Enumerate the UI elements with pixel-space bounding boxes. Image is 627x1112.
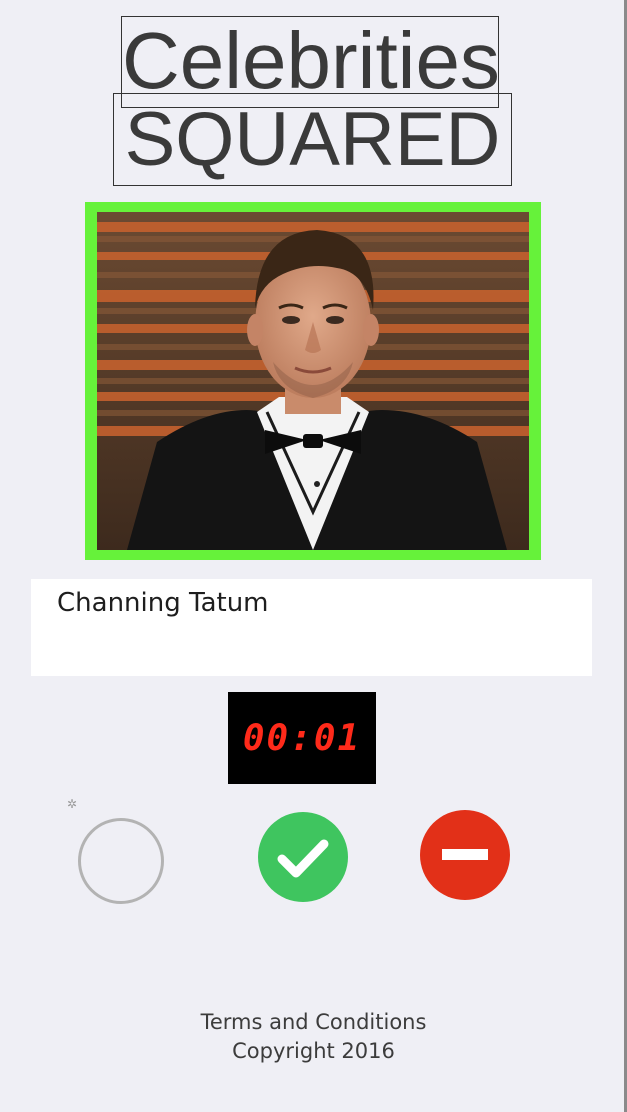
empty-circle-icon[interactable] xyxy=(78,818,164,904)
copyright-text: Copyright 2016 xyxy=(232,1039,395,1063)
checkmark-icon xyxy=(277,839,329,878)
minus-icon xyxy=(442,849,488,860)
spinner-icon: ✲ xyxy=(67,797,78,811)
footer: Terms and Conditions Copyright 2016 xyxy=(0,1008,627,1066)
countdown-timer: 00:01 xyxy=(228,692,376,784)
celebrity-photo xyxy=(97,212,529,550)
terms-link[interactable]: Terms and Conditions xyxy=(0,1008,627,1037)
reject-button[interactable] xyxy=(420,810,510,900)
celebrity-name-field: Channing Tatum xyxy=(31,579,592,676)
celebrity-name: Channing Tatum xyxy=(57,588,269,618)
app-title-line2: SQUARED xyxy=(113,93,512,186)
accept-button[interactable] xyxy=(258,812,348,902)
celebrity-photo-frame xyxy=(85,202,541,560)
timer-display: 00:01 xyxy=(242,717,362,759)
